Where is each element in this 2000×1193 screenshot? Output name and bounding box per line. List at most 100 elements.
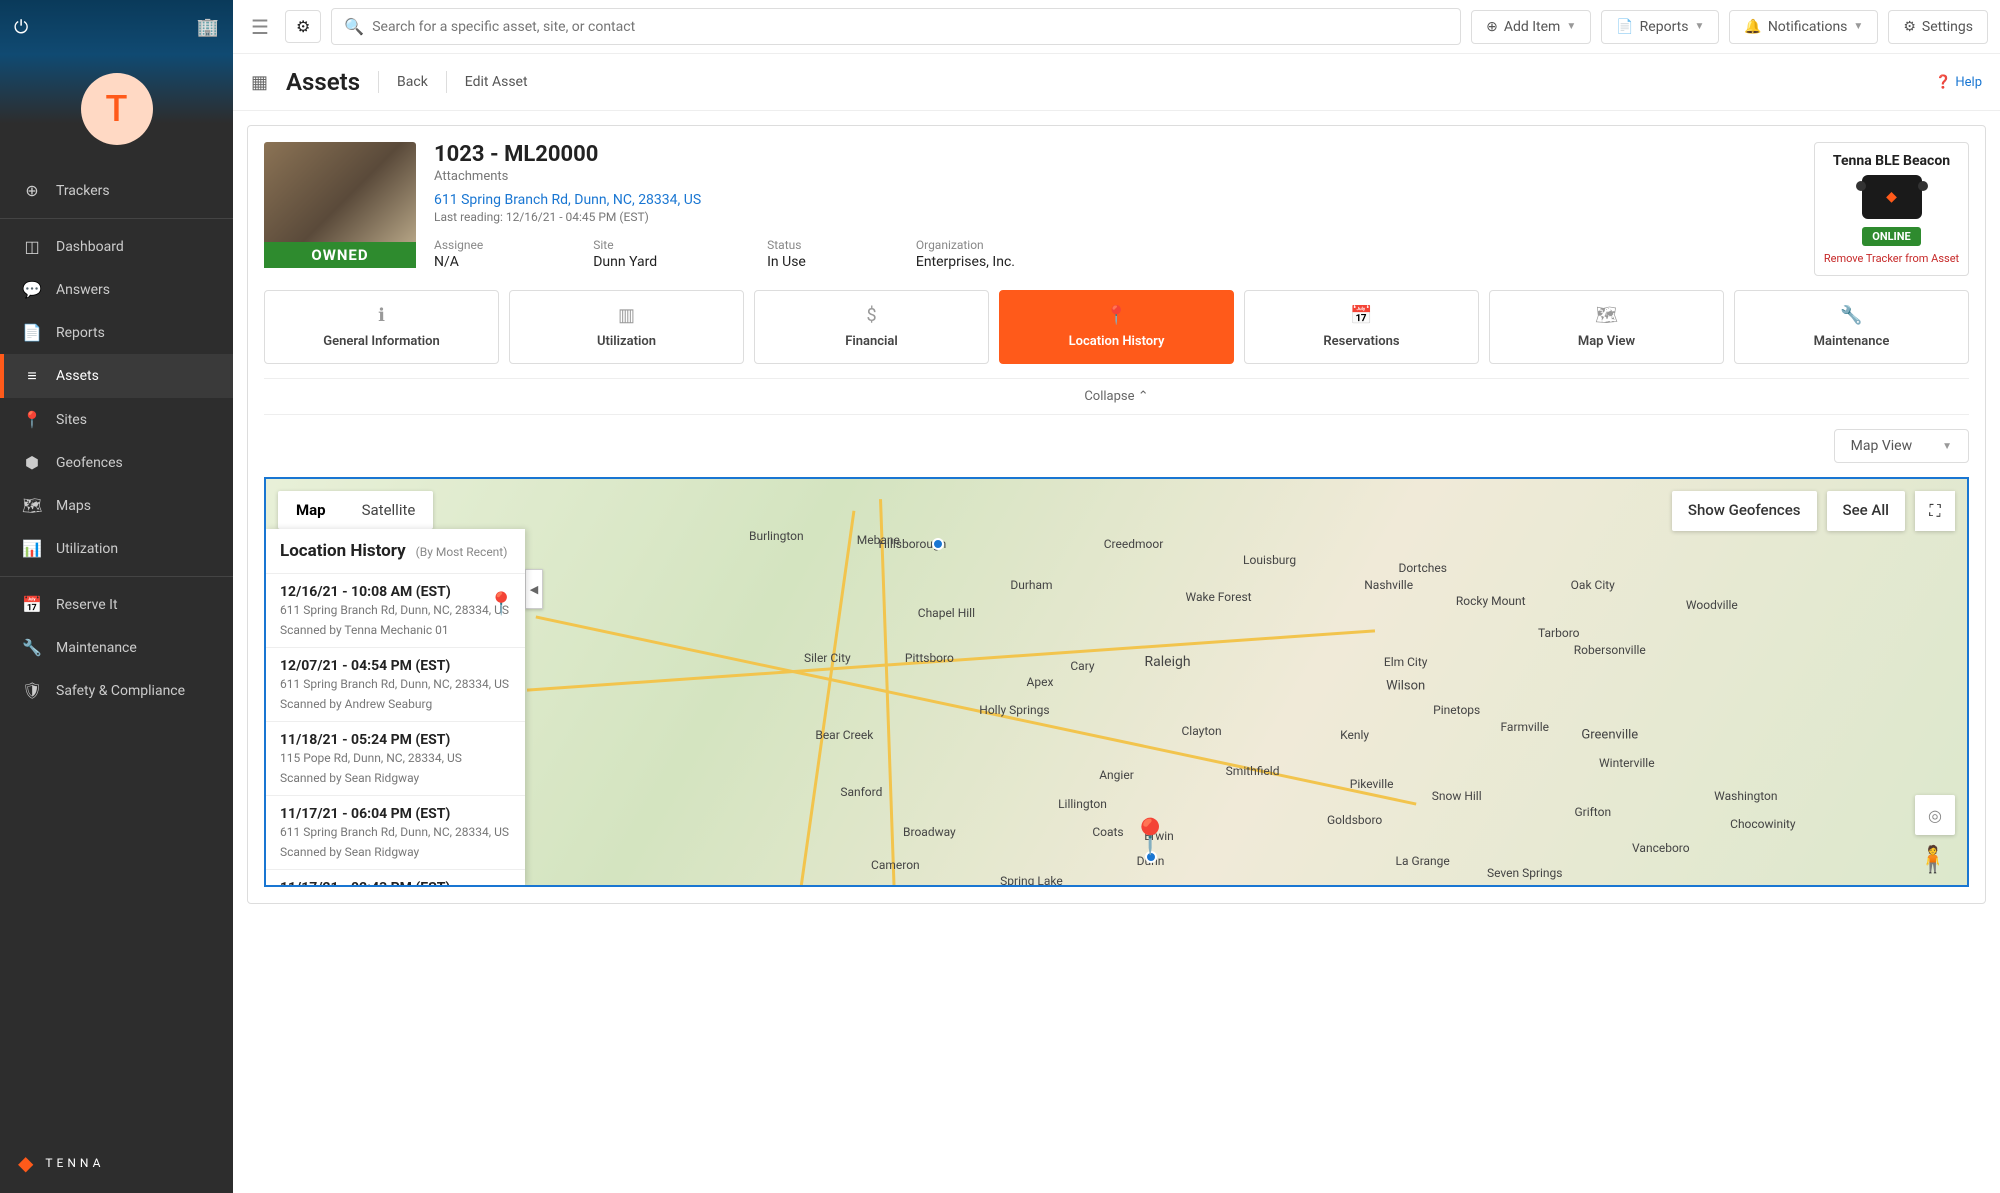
history-item[interactable]: 11/17/21 - 06:04 PM (EST)611 Spring Bran… <box>266 795 525 869</box>
remove-tracker-link[interactable]: Remove Tracker from Asset <box>1823 252 1960 265</box>
tracker-status-badge: ONLINE <box>1862 227 1920 246</box>
notifications-label: Notifications <box>1768 19 1848 35</box>
gear-icon: ⚙ <box>1903 19 1916 35</box>
tab-icon: 🔧 <box>1739 305 1964 326</box>
tab-location-history[interactable]: 📍Location History <box>999 290 1234 364</box>
locate-button[interactable]: ◎ <box>1915 795 1955 835</box>
sidebar-icon: ⊕ <box>22 181 42 200</box>
asset-meta-item: OrganizationEnterprises, Inc. <box>916 238 1015 270</box>
sidebar-item-dashboard[interactable]: ◫Dashboard <box>0 225 233 268</box>
sidebar-item-assets[interactable]: ≡Assets <box>0 354 233 398</box>
sidebar-icon: 🔧 <box>22 638 42 657</box>
brand: ◆ TENNA <box>0 1133 233 1193</box>
add-item-button[interactable]: ⊕Add Item▼ <box>1471 10 1591 44</box>
avatar-wrap: T <box>0 55 233 169</box>
reports-button[interactable]: 📄Reports▼ <box>1601 10 1719 44</box>
page-header: ▦ Assets Back Edit Asset ❓Help <box>233 54 2000 111</box>
tab-icon: 📍 <box>1004 305 1229 326</box>
tab-utilization[interactable]: ▥Utilization <box>509 290 744 364</box>
sidebar-item-answers[interactable]: 💬 Answers <box>0 268 233 311</box>
sidebar-item-geofences[interactable]: ⬢Geofences <box>0 441 233 484</box>
sidebar-item-maps[interactable]: 🗺Maps <box>0 484 233 527</box>
sidebar-top: ⏻ 🏢 <box>0 0 233 55</box>
history-scanned-by: Scanned by Tenna Mechanic 01 <box>280 623 511 637</box>
target-icon: ◎ <box>1928 806 1942 825</box>
collapse-panel-button[interactable]: ◀ <box>525 569 543 609</box>
tune-icon: ⚙ <box>296 17 310 36</box>
brand-name: TENNA <box>45 1156 104 1170</box>
sidebar-item-label: Utilization <box>56 541 118 557</box>
sidebar-item-sites[interactable]: 📍Sites <box>0 398 233 441</box>
map-type-map[interactable]: Map <box>278 491 344 529</box>
back-link[interactable]: Back <box>397 74 428 90</box>
map-type-satellite[interactable]: Satellite <box>344 491 434 529</box>
fullscreen-button[interactable]: ⛶ <box>1915 491 1955 531</box>
avatar[interactable]: T <box>81 73 153 145</box>
edit-asset-link[interactable]: Edit Asset <box>465 74 528 90</box>
history-item[interactable]: 11/17/21 - 02:43 PM (EST) <box>266 869 525 885</box>
asset-meta: AssigneeN/ASiteDunn YardStatusIn UseOrga… <box>434 238 1796 270</box>
sidebar-item-reports[interactable]: 📄Reports <box>0 311 233 354</box>
sidebar-item-trackers[interactable]: ⊕Trackers <box>0 169 233 212</box>
asset-last-reading: Last reading: 12/16/21 - 04:45 PM (EST) <box>434 210 1796 224</box>
map-pin-icon[interactable]: 📍 <box>1129 817 1171 857</box>
sidebar-item-label: Answers <box>56 282 110 298</box>
menu-icon[interactable]: ☰ <box>245 9 275 45</box>
history-item[interactable]: 12/16/21 - 10:08 AM (EST) 611 Spring Bran… <box>266 573 525 647</box>
history-date: 12/16/21 - 10:08 AM (EST) <box>280 584 511 600</box>
meta-label: Assignee <box>434 238 483 252</box>
history-title: Location History <box>280 541 406 561</box>
topbar: ☰ ⚙ 🔍 ⊕Add Item▼ 📄Reports▼ 🔔Notification… <box>233 0 2000 54</box>
chevron-down-icon: ▼ <box>1853 21 1863 32</box>
sidebar-item-label: Assets <box>56 368 99 384</box>
sidebar-icon: ⬢ <box>22 453 42 472</box>
history-address: 611 Spring Branch Rd, Dunn, NC, 28334, U… <box>280 825 511 839</box>
view-selector[interactable]: Map View ▼ <box>1834 429 1969 463</box>
tracker-box: Tenna BLE Beacon ◆ ONLINE Remove Tracker… <box>1814 142 1969 276</box>
sidebar-item-maintenance[interactable]: 🔧 Maintenance <box>0 626 233 669</box>
content: OWNED 1023 - ML20000 Attachments 611 Spr… <box>233 111 2000 918</box>
asset-address-link[interactable]: 611 Spring Branch Rd, Dunn, NC, 28334, U… <box>434 192 1796 208</box>
history-item[interactable]: 11/18/21 - 05:24 PM (EST)115 Pope Rd, Du… <box>266 721 525 795</box>
tab-label: Financial <box>759 334 984 349</box>
help-link[interactable]: ❓Help <box>1935 75 1982 90</box>
chevron-up-icon: ⌃ <box>1138 389 1149 404</box>
sidebar-item-safety-compliance[interactable]: 🛡Safety & Compliance <box>0 669 233 712</box>
sidebar-item-label: Reports <box>56 325 105 341</box>
history-address: 115 Pope Rd, Dunn, NC, 28334, US <box>280 751 511 765</box>
chevron-down-icon: ▼ <box>1566 21 1576 32</box>
search-input[interactable] <box>372 19 1448 35</box>
power-icon[interactable]: ⏻ <box>14 17 28 38</box>
history-date: 12/07/21 - 04:54 PM (EST) <box>280 658 511 674</box>
sidebar-items: ⊕Trackers ◫Dashboard 💬 Answers 📄Reports≡Asse… <box>0 169 233 1133</box>
sidebar-item-label: Maintenance <box>56 640 137 656</box>
sidebar-icon: 💬 <box>22 280 42 299</box>
view-selector-label: Map View <box>1851 438 1912 454</box>
map-type-toggle: Map Satellite <box>278 491 433 529</box>
meta-label: Organization <box>916 238 1015 252</box>
tab-map-view[interactable]: 🗺Map View <box>1489 290 1724 364</box>
history-address: 611 Spring Branch Rd, Dunn, NC, 28334, U… <box>280 603 511 617</box>
map-dot[interactable] <box>932 538 944 550</box>
see-all-button[interactable]: See All <box>1827 491 1905 531</box>
search-box[interactable]: 🔍 <box>331 8 1461 45</box>
meta-value: Dunn Yard <box>593 254 657 270</box>
tab-general-information[interactable]: ℹGeneral Information <box>264 290 499 364</box>
tab-maintenance[interactable]: 🔧Maintenance <box>1734 290 1969 364</box>
settings-button[interactable]: ⚙Settings <box>1888 10 1988 44</box>
tab-reservations[interactable]: 📅Reservations <box>1244 290 1479 364</box>
filter-button[interactable]: ⚙ <box>285 10 321 43</box>
meta-value: In Use <box>767 254 806 270</box>
notifications-button[interactable]: 🔔Notifications▼ <box>1729 10 1878 44</box>
map[interactable]: Map Satellite Show Geofences See All ⛶ ◀… <box>264 477 1969 887</box>
show-geofences-button[interactable]: Show Geofences <box>1672 491 1817 531</box>
sidebar-item-label: Maps <box>56 498 91 514</box>
collapse-button[interactable]: Collapse ⌃ <box>264 378 1969 415</box>
organization-icon[interactable]: 🏢 <box>197 17 219 38</box>
history-item[interactable]: 12/07/21 - 04:54 PM (EST)611 Spring Bran… <box>266 647 525 721</box>
sidebar-item-utilization[interactable]: 📊Utilization <box>0 527 233 570</box>
pegman-icon[interactable]: 🧍 <box>1917 845 1949 875</box>
tab-financial[interactable]: $Financial <box>754 290 989 364</box>
sidebar-item-reserve-it[interactable]: 📅Reserve It <box>0 583 233 626</box>
asset-card: OWNED 1023 - ML20000 Attachments 611 Spr… <box>247 125 1986 904</box>
